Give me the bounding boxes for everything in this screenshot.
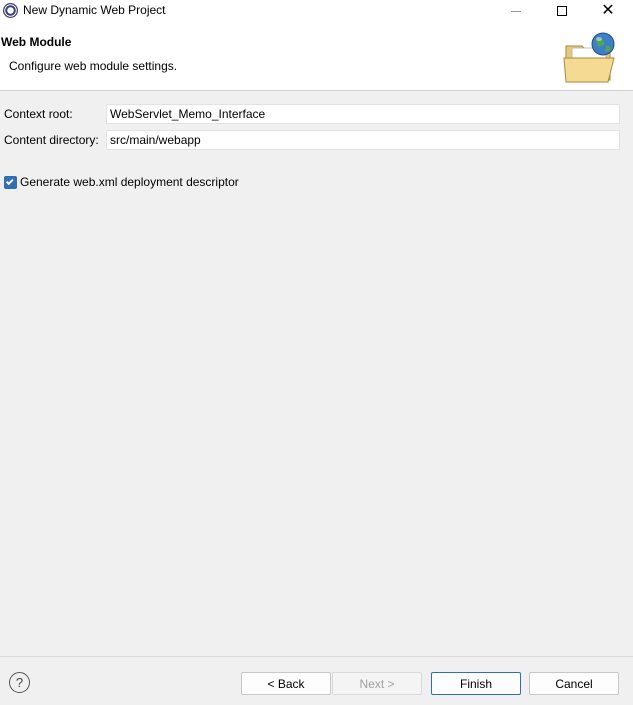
maximize-icon xyxy=(557,6,567,16)
eclipse-app-icon xyxy=(3,3,18,18)
window-title: New Dynamic Web Project xyxy=(23,3,166,17)
content-directory-input[interactable] xyxy=(106,130,620,150)
title-bar: New Dynamic Web Project ✕ xyxy=(0,0,633,22)
cancel-button[interactable]: Cancel xyxy=(529,672,619,695)
content-directory-label: Content directory: xyxy=(4,133,99,147)
generate-webxml-checkbox[interactable] xyxy=(4,175,17,189)
help-button[interactable]: ? xyxy=(9,672,30,693)
maximize-button[interactable] xyxy=(539,0,585,22)
next-button[interactable]: Next > xyxy=(332,672,422,695)
generate-webxml-option[interactable]: Generate web.xml deployment descriptor xyxy=(4,175,239,189)
checkmark-icon xyxy=(5,177,14,186)
minimize-icon xyxy=(511,10,521,12)
page-description: Configure web module settings. xyxy=(9,59,178,73)
back-button[interactable]: < Back xyxy=(241,672,331,695)
footer-divider xyxy=(0,656,633,657)
context-root-label: Context root: xyxy=(4,107,73,121)
wizard-header: Web Module Configure web module settings… xyxy=(0,22,633,91)
close-icon: ✕ xyxy=(601,2,615,19)
page-title: Web Module xyxy=(1,35,72,49)
folder-globe-icon xyxy=(563,32,615,83)
help-icon: ? xyxy=(15,675,24,690)
close-button[interactable]: ✕ xyxy=(585,0,631,22)
finish-button[interactable]: Finish xyxy=(431,672,521,695)
generate-webxml-label: Generate web.xml deployment descriptor xyxy=(20,175,239,189)
context-root-input[interactable] xyxy=(106,104,620,124)
minimize-button[interactable] xyxy=(493,0,539,22)
